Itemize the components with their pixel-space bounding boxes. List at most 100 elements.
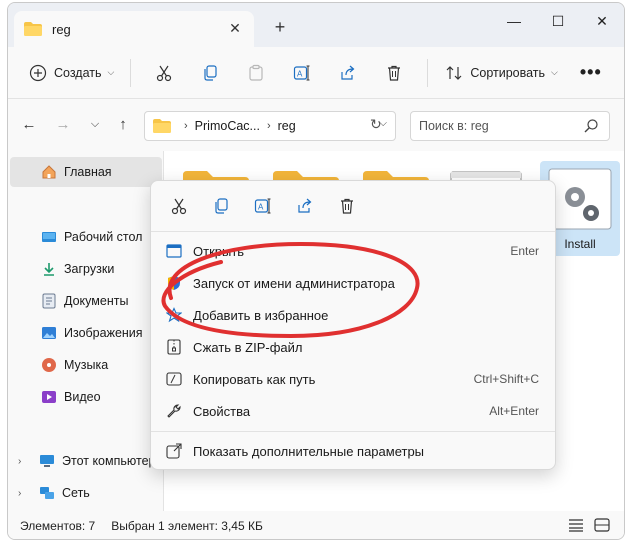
chevron-right-icon: › bbox=[184, 120, 188, 132]
sort-icon bbox=[444, 63, 464, 83]
menu-item-shortcut: Ctrl+Shift+C bbox=[473, 372, 539, 386]
sidebar-item-network[interactable]: › Сеть bbox=[8, 478, 162, 508]
menu-item-run-as-admin[interactable]: Запуск от имени администратора bbox=[157, 268, 549, 298]
sidebar-item-downloads[interactable]: Загрузки bbox=[8, 254, 162, 284]
wrench-icon bbox=[163, 403, 185, 419]
tab-title: reg bbox=[52, 21, 71, 37]
details-view-icon[interactable] bbox=[568, 518, 584, 532]
selection-info: Выбран 1 элемент: 3,45 КБ bbox=[111, 519, 263, 533]
trash-icon bbox=[341, 198, 353, 214]
view-switcher bbox=[568, 518, 610, 532]
menu-item-label: Свойства bbox=[193, 403, 251, 419]
menu-item-properties[interactable]: Свойства Alt+Enter bbox=[157, 396, 549, 426]
chevron-right-icon[interactable]: › bbox=[18, 488, 32, 499]
maximize-button[interactable]: ☐ bbox=[536, 3, 580, 39]
divider bbox=[130, 58, 132, 87]
close-icon[interactable]: ✕ bbox=[226, 20, 244, 37]
address-row: ← → ⌵ ↑ › PrimoCac... › reg ⌵ ↻ Поиск в:… bbox=[8, 99, 624, 151]
menu-item-open[interactable]: Открыть Enter bbox=[157, 236, 549, 266]
copy-icon bbox=[204, 64, 217, 81]
close-window-button[interactable]: ✕ bbox=[580, 3, 624, 39]
search-input[interactable]: Поиск в: reg bbox=[410, 111, 610, 141]
copy-button[interactable] bbox=[187, 56, 233, 90]
menu-item-zip[interactable]: Сжать в ZIP-файл bbox=[157, 332, 549, 362]
search-icon bbox=[584, 119, 598, 133]
menu-item-copy-path[interactable]: Копировать как путь Ctrl+Shift+C bbox=[157, 364, 549, 394]
tab-reg[interactable]: reg ✕ bbox=[14, 11, 254, 47]
navigation-pane: Главная Рабочий стол Загрузки Документы … bbox=[8, 151, 164, 511]
sidebar-item-label: Главная bbox=[64, 165, 112, 179]
sidebar-item-this-pc[interactable]: › Этот компьютер bbox=[8, 446, 162, 476]
context-menu: A Открыть Enter Запуск от имени админист… bbox=[150, 180, 556, 470]
rename-button[interactable]: A bbox=[279, 56, 325, 90]
divider bbox=[151, 431, 555, 432]
folder-icon bbox=[24, 22, 42, 36]
trash-icon bbox=[388, 65, 401, 81]
sort-button[interactable]: Сортировать ⌵ bbox=[438, 56, 564, 90]
new-button[interactable]: Создать ⌵ bbox=[22, 56, 120, 90]
tiles-view-icon[interactable] bbox=[594, 518, 610, 532]
share-icon bbox=[298, 198, 312, 213]
open-app-icon bbox=[163, 244, 185, 258]
sidebar-item-video[interactable]: Видео bbox=[8, 382, 162, 412]
ctx-delete-button[interactable] bbox=[327, 191, 367, 221]
up-arrow-icon[interactable]: ↑ bbox=[112, 116, 134, 133]
address-bar[interactable]: › PrimoCac... › reg ⌵ bbox=[144, 111, 396, 141]
ctx-rename-button[interactable]: A bbox=[243, 191, 283, 221]
pictures-icon bbox=[40, 325, 58, 341]
network-icon bbox=[38, 485, 56, 501]
search-placeholder: Поиск в: reg bbox=[419, 119, 489, 133]
chevron-right-icon: › bbox=[266, 120, 271, 132]
new-button-label: Создать bbox=[54, 65, 102, 80]
menu-item-label: Открыть bbox=[193, 243, 245, 259]
ctx-share-button[interactable] bbox=[285, 191, 325, 221]
documents-icon bbox=[40, 293, 58, 309]
refresh-icon[interactable]: ↻ bbox=[370, 116, 382, 133]
minimize-button[interactable]: — bbox=[492, 3, 536, 39]
breadcrumb-item[interactable]: reg bbox=[278, 119, 296, 133]
sidebar-item-music[interactable]: Музыка bbox=[8, 350, 162, 380]
context-quick-actions: A bbox=[159, 191, 367, 221]
menu-item-add-favorites[interactable]: Добавить в избранное bbox=[157, 300, 549, 330]
sidebar-item-label: Рабочий стол bbox=[64, 230, 143, 244]
menu-item-label: Запуск от имени администратора bbox=[193, 275, 395, 291]
cut-button[interactable] bbox=[141, 56, 187, 90]
ctx-cut-button[interactable] bbox=[159, 191, 199, 221]
sidebar-item-home[interactable]: Главная bbox=[10, 157, 162, 187]
svg-text:A: A bbox=[258, 203, 264, 212]
shield-icon bbox=[163, 275, 185, 291]
zip-icon bbox=[163, 339, 185, 355]
chevron-right-icon[interactable]: › bbox=[18, 456, 32, 467]
menu-item-more-options[interactable]: Показать дополнительные параметры bbox=[157, 436, 549, 466]
chevron-down-icon: ⌵ bbox=[551, 67, 558, 77]
sidebar-item-label: Сеть bbox=[62, 486, 90, 500]
sidebar-item-label: Загрузки bbox=[64, 262, 115, 276]
scissors-icon bbox=[171, 198, 187, 215]
window-controls: — ☐ ✕ bbox=[492, 3, 624, 39]
menu-item-label: Показать дополнительные параметры bbox=[193, 443, 425, 459]
sidebar-item-label: Видео bbox=[64, 390, 101, 404]
sidebar-item-desktop[interactable]: Рабочий стол bbox=[8, 222, 162, 252]
forward-arrow-icon[interactable]: → bbox=[52, 116, 74, 133]
paste-button[interactable] bbox=[233, 56, 279, 90]
menu-item-label: Добавить в избранное bbox=[193, 307, 329, 323]
sidebar-item-pictures[interactable]: Изображения bbox=[8, 318, 162, 348]
back-arrow-icon[interactable]: ← bbox=[18, 116, 40, 133]
delete-button[interactable] bbox=[371, 56, 417, 90]
ctx-copy-button[interactable] bbox=[201, 191, 241, 221]
pc-icon bbox=[38, 453, 56, 469]
folder-icon bbox=[153, 119, 171, 133]
downloads-icon bbox=[40, 261, 58, 277]
tab-strip: reg ✕ + — ☐ ✕ bbox=[8, 3, 624, 47]
share-button[interactable] bbox=[325, 56, 371, 90]
copy-icon bbox=[215, 198, 228, 214]
new-tab-button[interactable]: + bbox=[270, 17, 290, 38]
status-bar: Элементов: 7 Выбран 1 элемент: 3,45 КБ bbox=[8, 511, 624, 539]
menu-item-shortcut: Alt+Enter bbox=[489, 404, 539, 418]
more-options-button[interactable]: ••• bbox=[580, 62, 602, 83]
breadcrumb-item[interactable]: PrimoCac... bbox=[195, 119, 260, 133]
sidebar-item-documents[interactable]: Документы bbox=[8, 286, 162, 316]
recent-chevron-icon[interactable]: ⌵ bbox=[84, 118, 106, 131]
sidebar-item-label: Изображения bbox=[64, 326, 143, 340]
chevron-down-icon: ⌵ bbox=[107, 67, 115, 77]
